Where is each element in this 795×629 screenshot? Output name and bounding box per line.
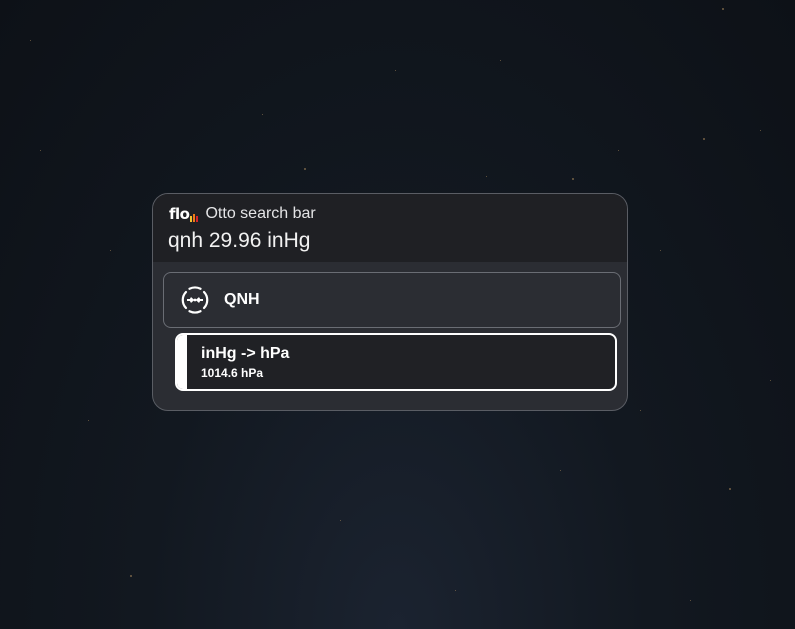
star: [760, 130, 761, 131]
star: [618, 150, 619, 151]
flow-logo: flo: [169, 204, 199, 223]
star: [703, 138, 705, 140]
star: [572, 178, 574, 180]
search-hint-text: Otto search bar: [205, 205, 316, 222]
star: [486, 176, 487, 177]
star: [262, 114, 263, 115]
selection-indicator: [177, 335, 187, 389]
star: [304, 168, 306, 170]
search-input[interactable]: [168, 229, 608, 253]
logo-bar-1: [190, 215, 193, 222]
star: [729, 488, 731, 490]
star: [640, 410, 641, 411]
star: [130, 575, 132, 577]
logo-bar-2: [193, 213, 196, 222]
pressure-gauge-icon: [181, 286, 209, 314]
star: [395, 70, 396, 71]
star: [30, 40, 31, 41]
star: [88, 420, 89, 421]
star: [500, 60, 501, 61]
flow-logo-bars-icon: [190, 212, 199, 222]
brand-row: flo Otto search bar: [169, 204, 316, 224]
star: [340, 520, 341, 521]
star: [40, 150, 41, 151]
star: [560, 470, 561, 471]
star: [770, 380, 771, 381]
star: [455, 590, 456, 591]
result-title: inHg -> hPa: [201, 345, 290, 362]
result-title: QNH: [224, 291, 260, 308]
star: [660, 250, 661, 251]
result-item-qnh[interactable]: QNH: [163, 272, 621, 328]
logo-bar-3: [196, 215, 199, 222]
result-item-conversion[interactable]: inHg -> hPa 1014.6 hPa: [175, 333, 617, 391]
flow-logo-text: flo: [169, 204, 190, 223]
launcher-window: flo Otto search bar QNH in: [152, 193, 628, 411]
result-subtitle: 1014.6 hPa: [201, 366, 264, 380]
search-area: flo Otto search bar: [153, 194, 627, 262]
star: [722, 8, 724, 10]
star: [110, 250, 111, 251]
star: [690, 600, 691, 601]
